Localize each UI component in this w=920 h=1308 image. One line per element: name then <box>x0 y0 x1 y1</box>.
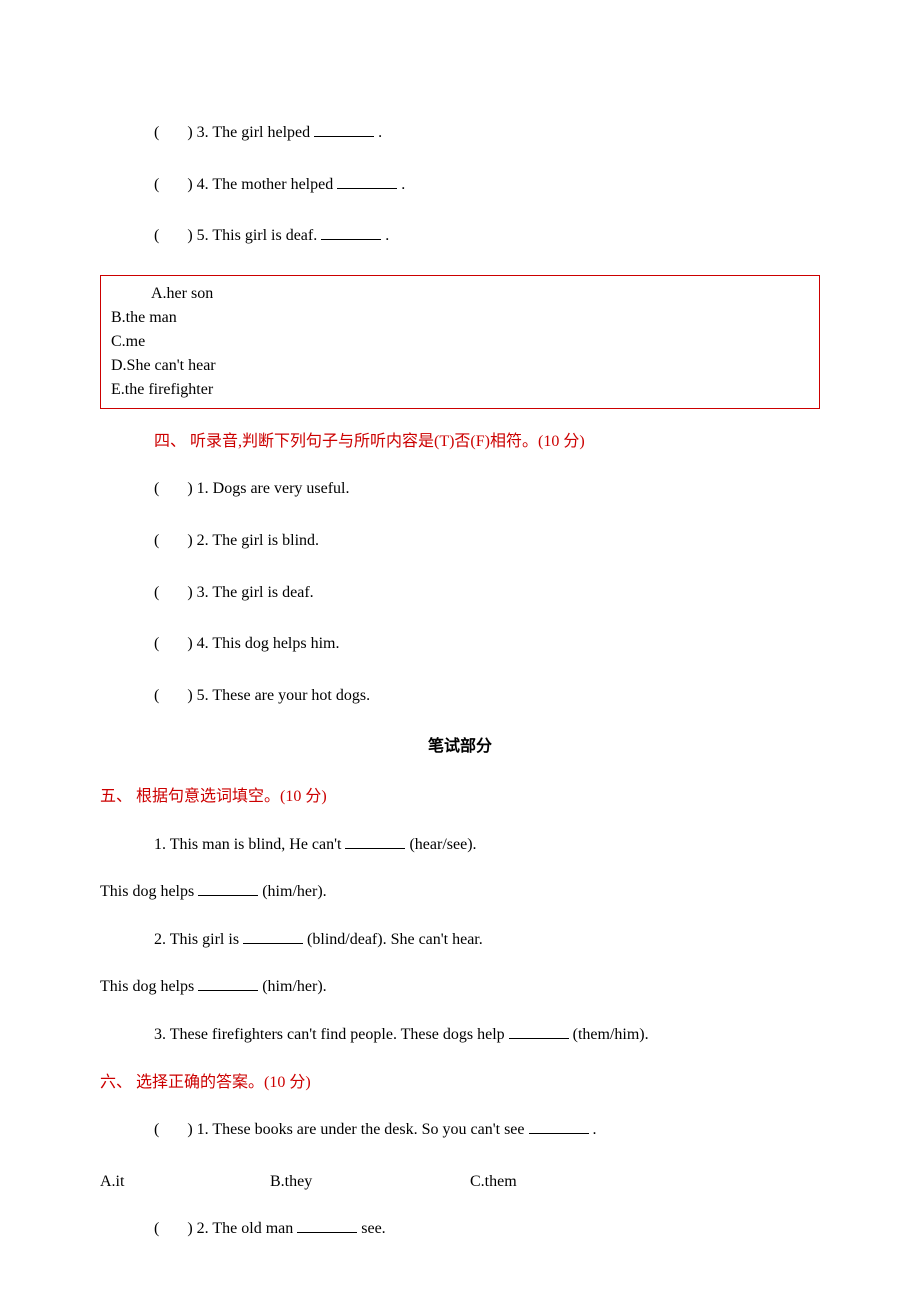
s6-q1-a: 1. These books are under the desk. So yo… <box>197 1121 529 1138</box>
ans-paren-open[interactable]: ( <box>154 687 159 704</box>
ans-space[interactable] <box>163 124 183 141</box>
section5-q2-line2: This dog helps (him/her). <box>100 974 820 1000</box>
ans-paren-close[interactable]: ) <box>187 124 192 141</box>
option-a: A.her son <box>151 282 809 306</box>
section4-q2: ( ) 2. The girl is blind. <box>154 528 820 554</box>
ans-paren-open[interactable]: ( <box>154 124 159 141</box>
s6-q1-blank[interactable] <box>529 1118 589 1134</box>
ans-space[interactable] <box>163 1220 183 1237</box>
s5-q2-b: (blind/deaf). She can't hear. <box>307 931 483 948</box>
ans-paren-open[interactable]: ( <box>154 176 159 193</box>
ans-paren-close[interactable]: ) <box>187 584 192 601</box>
ans-paren-open[interactable]: ( <box>154 532 159 549</box>
ans-space[interactable] <box>163 176 183 193</box>
section6-q2: ( ) 2. The old man see. <box>154 1216 820 1242</box>
option-d: D.She can't hear <box>111 354 809 378</box>
s5-q2-l2-a: This dog helps <box>100 978 194 995</box>
section5-q3: 3. These firefighters can't find people.… <box>154 1022 820 1048</box>
ans-paren-close[interactable]: ) <box>187 687 192 704</box>
section5-q1-line2: This dog helps (him/her). <box>100 879 820 905</box>
section5-q1: 1. This man is blind, He can't (hear/see… <box>154 832 820 858</box>
s5-q3-blank[interactable] <box>509 1023 569 1039</box>
ans-paren-open[interactable]: ( <box>154 480 159 497</box>
section4-q4: ( ) 4. This dog helps him. <box>154 631 820 657</box>
q4-blank[interactable] <box>337 173 397 189</box>
q5-blank[interactable] <box>321 224 381 240</box>
s4-q5-text: 5. These are your hot dogs. <box>197 687 370 704</box>
ans-paren-close[interactable]: ) <box>187 227 192 244</box>
section6-q1: ( ) 1. These books are under the desk. S… <box>154 1117 820 1143</box>
q5-end: . <box>385 227 389 244</box>
q4-end: . <box>401 176 405 193</box>
ans-paren-close[interactable]: ) <box>187 1220 192 1237</box>
options-box: A.her son B.the man C.me D.She can't hea… <box>100 275 820 409</box>
q3-blank[interactable] <box>314 121 374 137</box>
ans-space[interactable] <box>163 584 183 601</box>
ans-space[interactable] <box>163 687 183 704</box>
q4-text: 4. The mother helped <box>197 176 334 193</box>
option-e: E.the firefighter <box>111 378 809 402</box>
s6-q2-blank[interactable] <box>297 1217 357 1233</box>
s5-q1-l2-a: This dog helps <box>100 883 194 900</box>
option-b: B.the man <box>111 306 809 330</box>
ans-paren-close[interactable]: ) <box>187 480 192 497</box>
ans-paren-open[interactable]: ( <box>154 227 159 244</box>
s5-q1-a: 1. This man is blind, He can't <box>154 836 345 853</box>
section4-q1: ( ) 1. Dogs are very useful. <box>154 476 820 502</box>
s6-q2-a: 2. The old man <box>197 1220 298 1237</box>
ans-paren-close[interactable]: ) <box>187 176 192 193</box>
ans-paren-close[interactable]: ) <box>187 532 192 549</box>
s5-q2-l2-b: (him/her). <box>262 978 326 995</box>
s6-q2-b: see. <box>361 1220 385 1237</box>
ans-space[interactable] <box>163 635 183 652</box>
section5-q2: 2. This girl is (blind/deaf). She can't … <box>154 927 820 953</box>
s4-q3-text: 3. The girl is deaf. <box>197 584 314 601</box>
ans-paren-close[interactable]: ) <box>187 1121 192 1138</box>
section6-header: 六、 选择正确的答案。(10 分) <box>100 1070 820 1096</box>
ans-paren-close[interactable]: ) <box>187 635 192 652</box>
s6-q1-choice-c: C.them <box>470 1169 820 1195</box>
section3-q4: ( ) 4. The mother helped . <box>154 172 820 198</box>
s6-q1-b: . <box>593 1121 597 1138</box>
q3-end: . <box>378 124 382 141</box>
section3-q3: ( ) 3. The girl helped . <box>154 120 820 146</box>
section6-q1-choices: A.it B.they C.them <box>100 1169 820 1195</box>
s4-q4-text: 4. This dog helps him. <box>197 635 340 652</box>
written-section-title: 笔试部分 <box>100 734 820 760</box>
s6-q1-choice-a: A.it <box>100 1169 270 1195</box>
s6-q1-choice-b: B.they <box>270 1169 470 1195</box>
s5-q1-blank[interactable] <box>345 833 405 849</box>
ans-paren-open[interactable]: ( <box>154 635 159 652</box>
q5-text: 5. This girl is deaf. <box>197 227 322 244</box>
section3-q5: ( ) 5. This girl is deaf. . <box>154 223 820 249</box>
section5-header: 五、 根据句意选词填空。(10 分) <box>100 784 820 810</box>
ans-space[interactable] <box>163 227 183 244</box>
s5-q1-b: (hear/see). <box>409 836 476 853</box>
s5-q2-l2-blank[interactable] <box>198 975 258 991</box>
ans-paren-open[interactable]: ( <box>154 1121 159 1138</box>
s5-q3-a: 3. These firefighters can't find people.… <box>154 1026 509 1043</box>
option-c: C.me <box>111 330 809 354</box>
section4-q3: ( ) 3. The girl is deaf. <box>154 580 820 606</box>
ans-space[interactable] <box>163 532 183 549</box>
q3-text: 3. The girl helped <box>197 124 310 141</box>
s5-q3-b: (them/him). <box>573 1026 649 1043</box>
section4-q5: ( ) 5. These are your hot dogs. <box>154 683 820 709</box>
s5-q2-a: 2. This girl is <box>154 931 243 948</box>
s5-q2-blank[interactable] <box>243 928 303 944</box>
s4-q1-text: 1. Dogs are very useful. <box>197 480 350 497</box>
ans-paren-open[interactable]: ( <box>154 1220 159 1237</box>
section4-header: 四、 听录音,判断下列句子与所听内容是(T)否(F)相符。(10 分) <box>154 429 820 455</box>
s5-q1-l2-blank[interactable] <box>198 880 258 896</box>
ans-paren-open[interactable]: ( <box>154 584 159 601</box>
s5-q1-l2-b: (him/her). <box>262 883 326 900</box>
ans-space[interactable] <box>163 1121 183 1138</box>
s4-q2-text: 2. The girl is blind. <box>197 532 319 549</box>
ans-space[interactable] <box>163 480 183 497</box>
